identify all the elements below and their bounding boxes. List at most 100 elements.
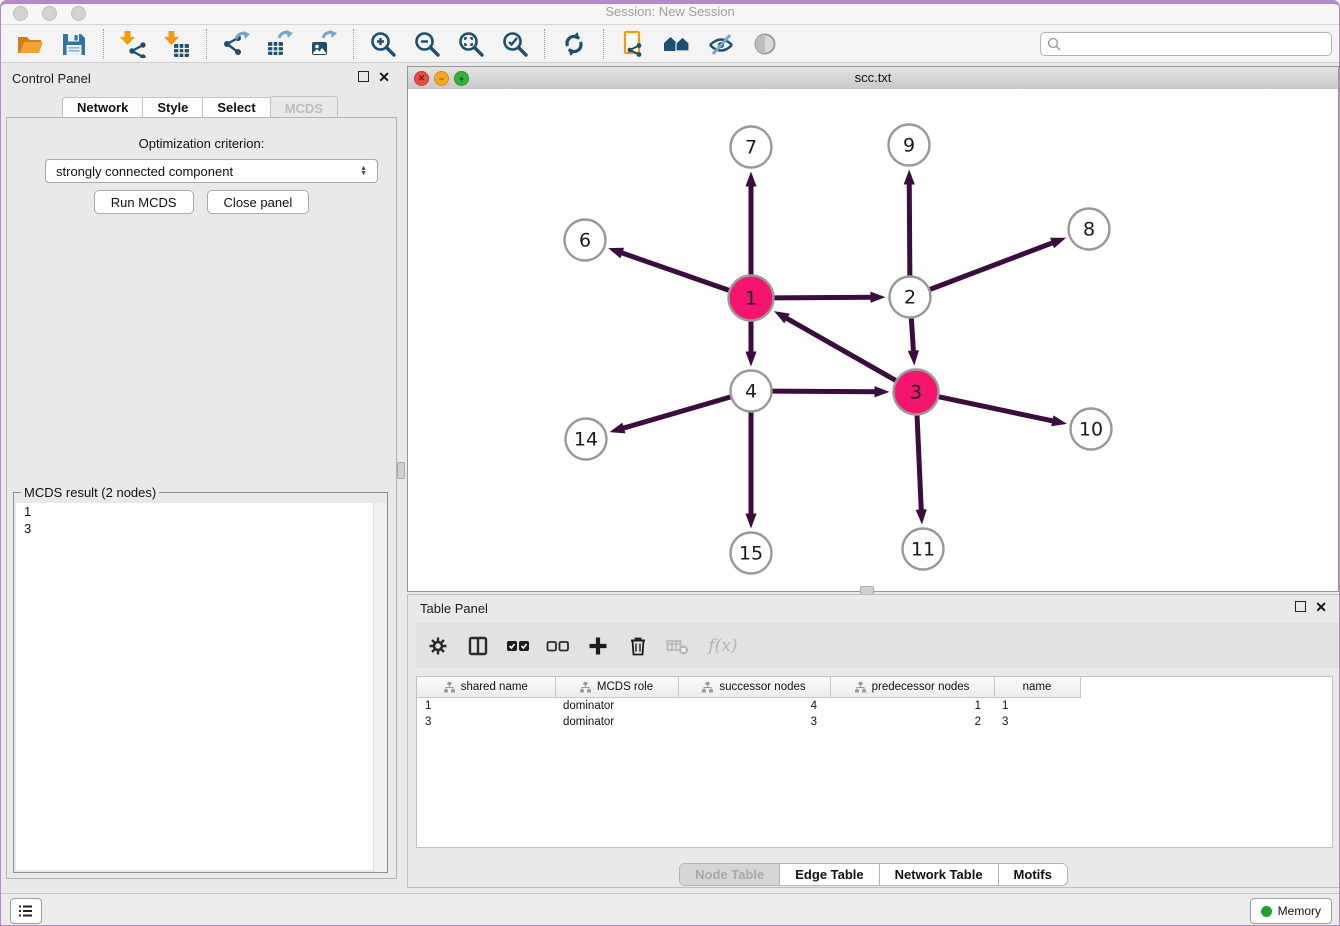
graph-node-label: 9 [903,135,915,157]
table-panel-float-button[interactable] [1295,601,1306,612]
control-panel-title: Control Panel [12,71,91,86]
toolbar-separator [353,29,354,59]
eye-slash-icon [707,30,735,58]
run-mcds-button[interactable]: Run MCDS [94,190,194,214]
node-table[interactable]: shared name MCDS role successor nodes pr… [416,676,1333,848]
graph-edge[interactable] [911,318,913,353]
delete-table-button[interactable] [666,634,690,658]
add-column-button[interactable] [586,634,610,658]
hierarchy-icon [444,682,455,693]
save-session-button[interactable] [59,29,89,59]
table-panel-title: Table Panel [420,601,488,616]
export-network-button[interactable] [221,29,251,59]
mcds-result-group: MCDS result (2 nodes) 13 [13,492,388,873]
network-window-titlebar[interactable]: ✕ − + scc.txt [408,67,1338,90]
memory-label: Memory [1278,904,1321,918]
result-scrollbar[interactable] [373,503,387,872]
graph-edge-arrowhead [870,292,885,303]
table-header-row: shared name MCDS role successor nodes pr… [417,677,1332,698]
graph-edge-arrowhead [608,248,624,259]
close-panel-button[interactable]: Close panel [207,190,310,214]
search-box[interactable] [1040,32,1332,56]
graph-edge-arrowhead [745,352,756,367]
graph-edge[interactable] [917,415,921,512]
graph-edge[interactable] [939,397,1055,422]
clone-network-button[interactable] [618,29,648,59]
checked-boxes-icon [506,635,530,657]
tab-edge-table[interactable]: Edge Table [780,864,879,885]
column-header-name[interactable]: name [994,677,1080,698]
open-session-button[interactable] [15,29,45,59]
column-header-predecessor-nodes[interactable]: predecessor nodes [830,677,994,698]
result-item[interactable]: 1 [16,503,385,520]
first-neighbors-button[interactable] [662,29,692,59]
graph-node-label: 1 [745,288,757,310]
result-item[interactable]: 3 [16,520,385,537]
column-header-shared-name[interactable]: shared name [417,677,555,698]
hierarchy-icon [855,682,866,693]
task-history-button[interactable] [10,898,42,924]
table-row[interactable]: 3dominator323 [417,714,1332,730]
search-input[interactable] [1061,36,1325,53]
graph-node-label: 6 [579,230,591,252]
vertical-splitter-handle[interactable] [397,462,405,479]
optimization-criterion-select[interactable]: strongly connected component ▲▼ [45,159,378,183]
column-header-mcds-role[interactable]: MCDS role [555,677,678,698]
zoom-fit-icon [457,30,485,58]
zoom-selected-button[interactable] [500,29,530,59]
show-graphics-details-button[interactable] [750,29,780,59]
tab-style[interactable]: Style [143,97,203,119]
table-panel-close-icon[interactable]: ✕ [1315,602,1327,612]
zoom-out-button[interactable] [412,29,442,59]
refresh-button[interactable] [559,29,589,59]
export-image-button[interactable] [309,29,339,59]
network-canvas[interactable]: 7968124314101511 [408,89,1338,591]
table-settings-button[interactable] [426,634,450,658]
graph-node-label: 15 [739,543,763,565]
memory-button[interactable]: Memory [1250,898,1332,924]
network-window-title: scc.txt [408,70,1338,85]
gear-icon [427,635,449,657]
export-table-button[interactable] [265,29,295,59]
tab-motifs[interactable]: Motifs [999,864,1067,885]
graph-edge[interactable] [909,181,910,275]
mcds-panel: Optimization criterion: strongly connect… [6,117,397,879]
delete-table-icon [666,635,690,657]
houses-icon [663,30,691,58]
import-table-button[interactable] [162,29,192,59]
graph-edge-arrowhead [1050,238,1066,249]
graph-edge[interactable] [784,317,895,380]
graph-node-label: 14 [574,429,598,451]
column-layout-button[interactable] [466,634,490,658]
tab-network-table[interactable]: Network Table [880,864,999,885]
graph-edge[interactable] [930,242,1055,289]
graph-edge[interactable] [774,297,873,298]
graph-edge-arrowhead [745,172,756,187]
columns-icon [467,635,489,657]
graph-edge-arrowhead [904,169,915,184]
function-builder-button[interactable]: f(x) [706,634,740,658]
graph-edge[interactable] [772,391,877,392]
graph-edge[interactable] [619,252,728,290]
export-image-icon [310,30,338,58]
graph-edge-arrowhead [916,509,927,524]
control-panel-float-button[interactable] [358,71,369,82]
table-row[interactable]: 1dominator411 [417,698,1332,715]
column-header-successor-nodes[interactable]: successor nodes [678,677,830,698]
toolbar-separator [603,29,604,59]
tab-select[interactable]: Select [203,97,270,119]
mcds-result-list[interactable]: 13 [16,503,385,870]
delete-columns-button[interactable] [626,634,650,658]
graph-node-label: 11 [911,539,935,561]
zoom-in-button[interactable] [368,29,398,59]
unselect-all-columns-button[interactable] [546,634,570,658]
tab-network[interactable]: Network [62,97,143,119]
import-network-button[interactable] [118,29,148,59]
zoom-fit-button[interactable] [456,29,486,59]
zoom-in-icon [369,30,397,58]
graph-edge[interactable] [621,397,730,429]
control-panel-close-icon[interactable]: ✕ [378,72,390,82]
tab-node-table[interactable]: Node Table [680,864,780,885]
select-all-columns-button[interactable] [506,634,530,658]
hide-selected-button[interactable] [706,29,736,59]
